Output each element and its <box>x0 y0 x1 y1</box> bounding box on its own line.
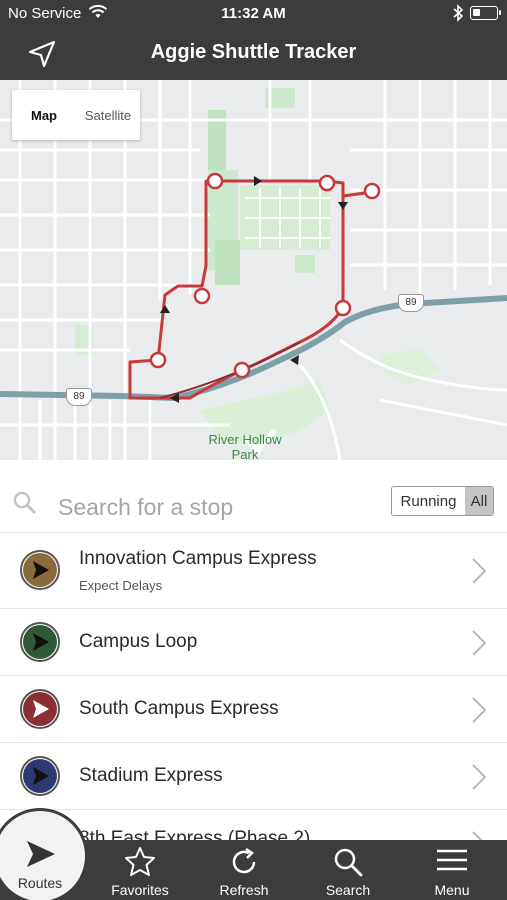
highway-shield: 89 <box>66 388 92 406</box>
tab-label: Menu <box>434 882 470 898</box>
bluetooth-icon <box>452 4 464 26</box>
route-name: Campus Loop <box>79 631 198 652</box>
menu-icon <box>437 849 467 871</box>
filter-all[interactable]: All <box>465 487 493 515</box>
tab-label: Favorites <box>111 882 169 898</box>
refresh-icon <box>232 847 256 874</box>
chevron-right-icon <box>471 629 487 657</box>
route-item-south-campus-express[interactable]: South Campus Express <box>0 676 507 743</box>
tab-label: Refresh <box>219 882 269 898</box>
route-color-badge <box>20 622 60 662</box>
filter-running[interactable]: Running <box>392 487 465 515</box>
clock: 11:32 AM <box>221 5 286 22</box>
route-item-innovation-campus-express[interactable]: Innovation Campus Express Expect Delays <box>0 533 507 609</box>
search-icon <box>334 848 363 877</box>
header: Aggie Shuttle Tracker <box>0 28 507 80</box>
route-color-badge <box>20 689 60 729</box>
route-stop[interactable] <box>206 172 224 190</box>
highway-shield: 89 <box>398 294 424 312</box>
route-note: Expect Delays <box>79 578 163 593</box>
status-bar: No Service 11:32 AM <box>0 0 507 28</box>
top-bar: No Service 11:32 AM Aggie Shuttle Tracke… <box>0 0 507 80</box>
route-color-badge <box>20 550 60 590</box>
route-name: Stadium Express <box>79 765 223 786</box>
tab-refresh[interactable]: Refresh <box>192 840 296 900</box>
tab-search[interactable]: Search <box>296 840 400 900</box>
tab-menu[interactable]: Menu <box>400 840 504 900</box>
route-item-stadium-express[interactable]: Stadium Express <box>0 743 507 810</box>
map-type-toggle: Map Satellite <box>12 90 140 140</box>
page-title: Aggie Shuttle Tracker <box>150 41 357 63</box>
route-item-campus-loop[interactable]: Campus Loop <box>0 609 507 676</box>
route-name: Innovation Campus Express <box>79 548 317 569</box>
route-name: South Campus Express <box>79 698 279 719</box>
tab-label: Routes <box>17 875 63 891</box>
tab-label: Search <box>325 882 371 898</box>
route-stop[interactable] <box>363 182 381 200</box>
route-stop[interactable] <box>318 174 336 192</box>
battery-level <box>473 9 480 16</box>
routes-arrow-icon <box>27 841 55 867</box>
map-view[interactable]: 89 89 River Hollow Park Map Satellite <box>0 80 507 460</box>
chevron-right-icon <box>471 763 487 791</box>
search-icon <box>12 490 38 516</box>
chevron-right-icon <box>471 696 487 724</box>
park-label: River Hollow Park <box>208 432 282 460</box>
route-stop[interactable] <box>149 351 167 369</box>
chevron-right-icon <box>471 557 487 585</box>
map-type-satellite[interactable]: Satellite <box>76 108 140 123</box>
tab-favorites[interactable]: Favorites <box>88 840 192 900</box>
stop-search-bar: Running All <box>0 460 507 533</box>
route-stop[interactable] <box>193 287 211 305</box>
map-type-map[interactable]: Map <box>12 108 76 123</box>
star-icon <box>125 847 155 876</box>
route-stop[interactable] <box>334 299 352 317</box>
running-filter: Running All <box>391 486 494 516</box>
battery-icon <box>470 6 501 20</box>
route-stop[interactable] <box>233 361 251 379</box>
search-input[interactable] <box>58 490 358 524</box>
route-color-badge <box>20 756 60 796</box>
